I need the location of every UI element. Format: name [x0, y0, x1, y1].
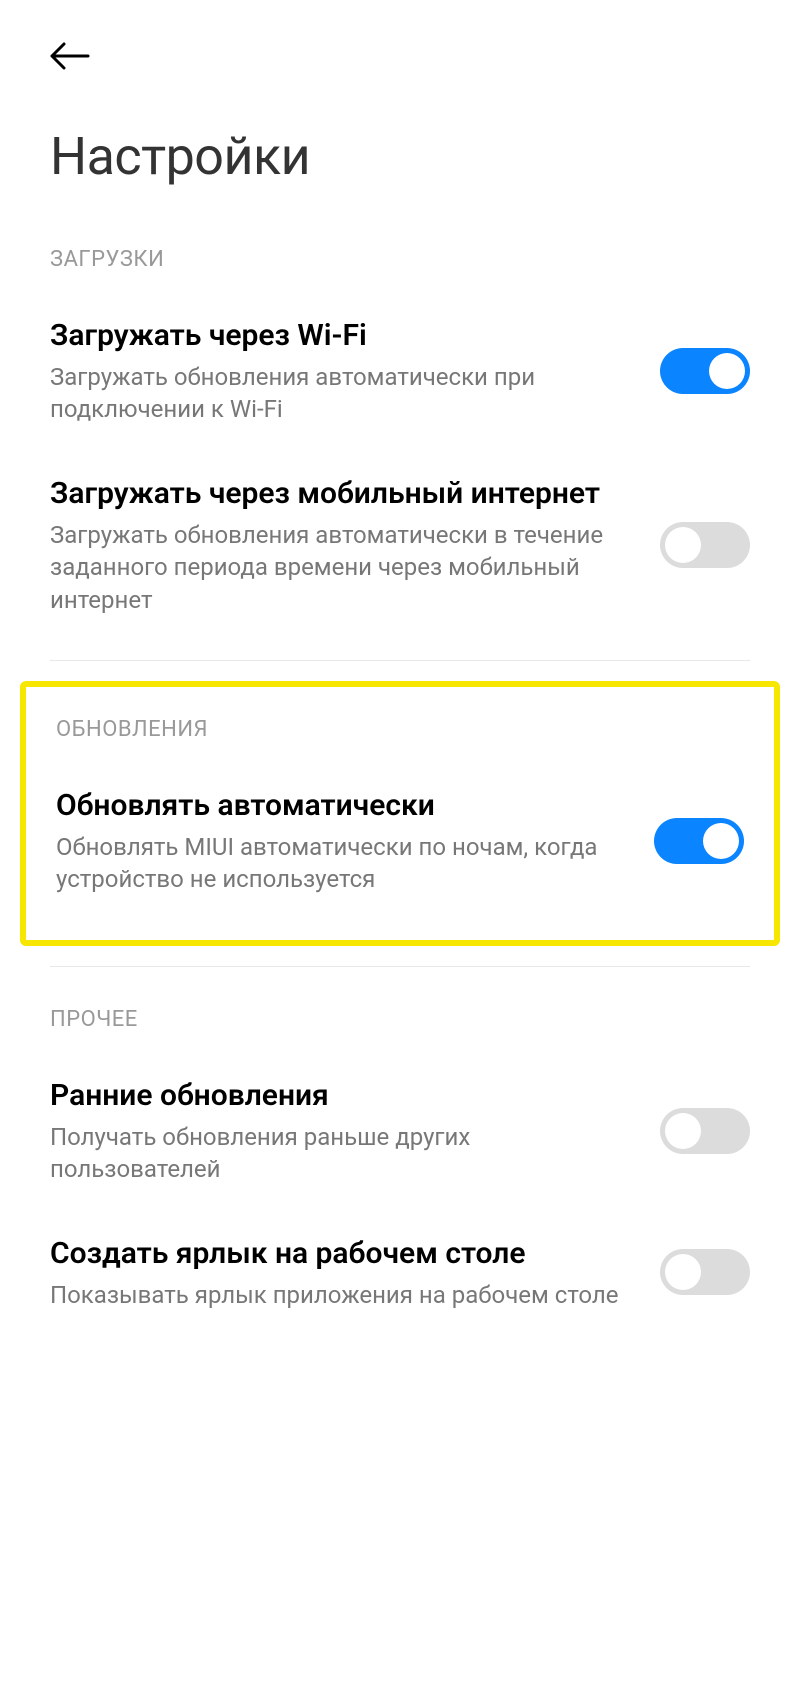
setting-title: Создать ярлык на рабочем столе	[50, 1234, 640, 1273]
toggle-wifi-download[interactable]	[660, 348, 750, 394]
section-header-updates: ОБНОВЛЕНИЯ	[26, 687, 774, 762]
setting-desc: Обновлять MIUI автоматически по ночам, к…	[56, 831, 634, 896]
setting-auto-update[interactable]: Обновлять автоматически Обновлять MIUI а…	[26, 762, 774, 920]
toggle-auto-update[interactable]	[654, 818, 744, 864]
setting-text: Загружать через мобильный интернет Загру…	[50, 474, 640, 616]
setting-title: Загружать через мобильный интернет	[50, 474, 640, 513]
header: Настройки	[0, 0, 800, 207]
toggle-knob	[665, 1113, 701, 1149]
setting-text: Ранние обновления Получать обновления ра…	[50, 1076, 640, 1186]
setting-text: Создать ярлык на рабочем столе Показыват…	[50, 1234, 640, 1311]
toggle-knob	[709, 353, 745, 389]
highlight-updates-section: ОБНОВЛЕНИЯ Обновлять автоматически Обнов…	[20, 681, 780, 946]
setting-desc: Загружать обновления автоматически в теч…	[50, 519, 640, 616]
setting-title: Ранние обновления	[50, 1076, 640, 1115]
setting-mobile-download[interactable]: Загружать через мобильный интернет Загру…	[0, 450, 800, 640]
toggle-mobile-download[interactable]	[660, 522, 750, 568]
setting-wifi-download[interactable]: Загружать через Wi-Fi Загружать обновлен…	[0, 292, 800, 450]
section-header-downloads: ЗАГРУЗКИ	[0, 207, 800, 292]
setting-text: Загружать через Wi-Fi Загружать обновлен…	[50, 316, 640, 426]
setting-desc: Получать обновления раньше других пользо…	[50, 1121, 640, 1186]
toggle-early-updates[interactable]	[660, 1108, 750, 1154]
divider	[50, 660, 750, 661]
section-header-other: ПРОЧЕЕ	[0, 967, 800, 1052]
setting-desktop-shortcut[interactable]: Создать ярлык на рабочем столе Показыват…	[0, 1210, 800, 1335]
setting-title: Загружать через Wi-Fi	[50, 316, 640, 355]
toggle-desktop-shortcut[interactable]	[660, 1249, 750, 1295]
back-arrow-icon[interactable]	[50, 40, 90, 76]
setting-desc: Показывать ярлык приложения на рабочем с…	[50, 1279, 640, 1311]
toggle-knob	[665, 527, 701, 563]
toggle-knob	[703, 823, 739, 859]
toggle-knob	[665, 1254, 701, 1290]
setting-text: Обновлять автоматически Обновлять MIUI а…	[56, 786, 634, 896]
settings-screen: Настройки ЗАГРУЗКИ Загружать через Wi-Fi…	[0, 0, 800, 1335]
page-title: Настройки	[50, 126, 750, 187]
setting-desc: Загружать обновления автоматически при п…	[50, 361, 640, 426]
setting-title: Обновлять автоматически	[56, 786, 634, 825]
setting-early-updates[interactable]: Ранние обновления Получать обновления ра…	[0, 1052, 800, 1210]
